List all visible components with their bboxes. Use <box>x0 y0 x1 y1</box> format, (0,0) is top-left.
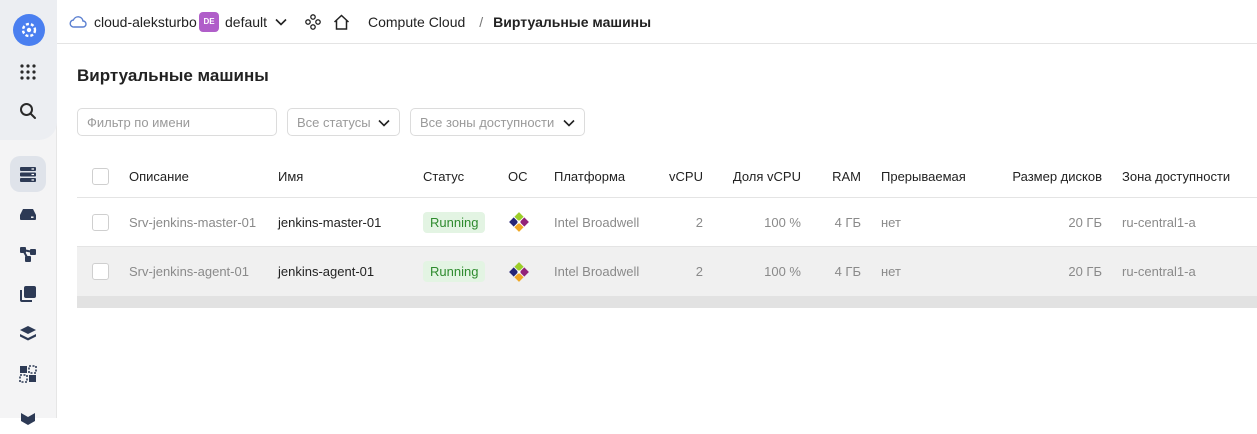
cell-vcpu: 2 <box>695 264 703 279</box>
snapshots-nav-icon[interactable] <box>10 276 46 312</box>
apps-grid-icon[interactable] <box>10 54 46 90</box>
table-row[interactable]: Srv-jenkins-master-01 jenkins-master-01 … <box>77 198 1257 247</box>
column-header-vcpu[interactable]: vCPU <box>647 155 703 197</box>
cell-status: Running <box>423 247 486 296</box>
zone-select-value: Все зоны доступности <box>420 114 555 130</box>
chevron-down-icon <box>275 18 287 26</box>
cell-vcpu: 2 <box>695 214 703 230</box>
status-select[interactable]: Все статусы <box>287 108 400 136</box>
cell-platform: Intel Broadwell <box>554 214 640 230</box>
status-select-value: Все статусы <box>297 114 371 130</box>
column-header-zone[interactable]: Зона доступности <box>1122 155 1230 197</box>
column-header-disk-size[interactable]: Размер дисков <box>987 155 1102 197</box>
cell-zone: ru-central1-a <box>1122 264 1196 279</box>
placement-groups-nav-icon[interactable] <box>10 356 46 392</box>
page-title: Виртуальные машины <box>77 66 269 85</box>
cell-name[interactable]: jenkins-master-01 <box>278 198 381 246</box>
search-icon[interactable] <box>10 93 46 129</box>
column-header-status[interactable]: Статус <box>423 155 464 197</box>
virtual-machines-nav-icon[interactable] <box>10 156 46 192</box>
cloud-logo-icon[interactable] <box>13 14 45 46</box>
cloud-name: cloud-aleksturbo <box>94 13 197 30</box>
column-header-name[interactable]: Имя <box>278 155 303 197</box>
folder-selector[interactable]: DE default <box>199 0 287 44</box>
folder-badge: DE <box>199 11 219 32</box>
zone-select[interactable]: Все зоны доступности <box>410 108 585 136</box>
breadcrumb-current: Виртуальные машины <box>493 13 652 30</box>
breadcrumb-compute-cloud[interactable]: Compute Cloud <box>368 14 465 30</box>
column-header-description[interactable]: Описание <box>129 155 189 197</box>
column-header-ram[interactable]: RAM <box>817 155 861 197</box>
column-header-os[interactable]: ОС <box>508 155 528 197</box>
row-checkbox[interactable] <box>92 198 109 246</box>
cell-status: Running <box>423 198 486 246</box>
column-header-vcpu-share[interactable]: Доля vCPU <box>717 155 801 197</box>
name-filter-input[interactable]: Фильтр по имени <box>77 108 277 136</box>
home-icon[interactable] <box>333 0 350 44</box>
cell-ram: 4 ГБ <box>834 214 861 230</box>
cell-description: Srv-jenkins-agent-01 <box>129 264 249 279</box>
top-header: cloud-aleksturbo DE default Compute Clou… <box>57 0 1257 44</box>
table-header-row: Описание Имя Статус ОС Платформа vCPU До… <box>77 155 1257 198</box>
cell-vcpu-share: 100 % <box>764 214 801 230</box>
disks-nav-icon[interactable] <box>10 196 46 232</box>
cell-disk-size: 20 ГБ <box>1068 214 1102 230</box>
cell-vcpu-share: 100 % <box>764 264 801 279</box>
table-row[interactable]: Srv-jenkins-agent-01 jenkins-agent-01 Ru… <box>77 247 1257 296</box>
cloud-selector[interactable]: cloud-aleksturbo <box>69 0 197 44</box>
row-checkbox[interactable] <box>92 247 109 296</box>
services-map-icon[interactable] <box>305 0 321 44</box>
cell-platform: Intel Broadwell <box>554 264 640 279</box>
column-header-preemptible[interactable]: Прерываемая <box>881 155 966 197</box>
instance-groups-nav-icon[interactable] <box>10 398 46 434</box>
cell-zone: ru-central1-a <box>1122 214 1196 230</box>
images-nav-icon[interactable] <box>10 316 46 352</box>
cell-ram: 4 ГБ <box>834 264 861 279</box>
breadcrumb: Compute Cloud / Виртуальные машины <box>368 0 651 44</box>
chevron-down-icon <box>378 119 390 127</box>
status-badge: Running <box>423 211 486 233</box>
centos-icon <box>508 247 530 296</box>
chevron-down-icon <box>563 119 575 127</box>
centos-icon <box>508 198 530 246</box>
cell-name[interactable]: jenkins-agent-01 <box>278 247 374 296</box>
select-all-checkbox[interactable] <box>92 155 109 197</box>
cell-preemptible: нет <box>881 214 901 230</box>
folder-name: default <box>225 13 268 30</box>
cell-description: Srv-jenkins-master-01 <box>129 214 257 230</box>
name-filter-placeholder: Фильтр по имени <box>87 114 191 130</box>
status-badge: Running <box>423 261 486 282</box>
cell-preemptible: нет <box>881 264 901 279</box>
horizontal-scrollbar[interactable] <box>77 296 1257 308</box>
column-header-platform[interactable]: Платформа <box>554 155 625 197</box>
cell-disk-size: 20 ГБ <box>1068 264 1102 279</box>
cloud-icon <box>69 15 87 28</box>
network-nav-icon[interactable] <box>10 236 46 272</box>
breadcrumb-separator: / <box>479 13 484 30</box>
left-sidebar <box>0 0 57 425</box>
